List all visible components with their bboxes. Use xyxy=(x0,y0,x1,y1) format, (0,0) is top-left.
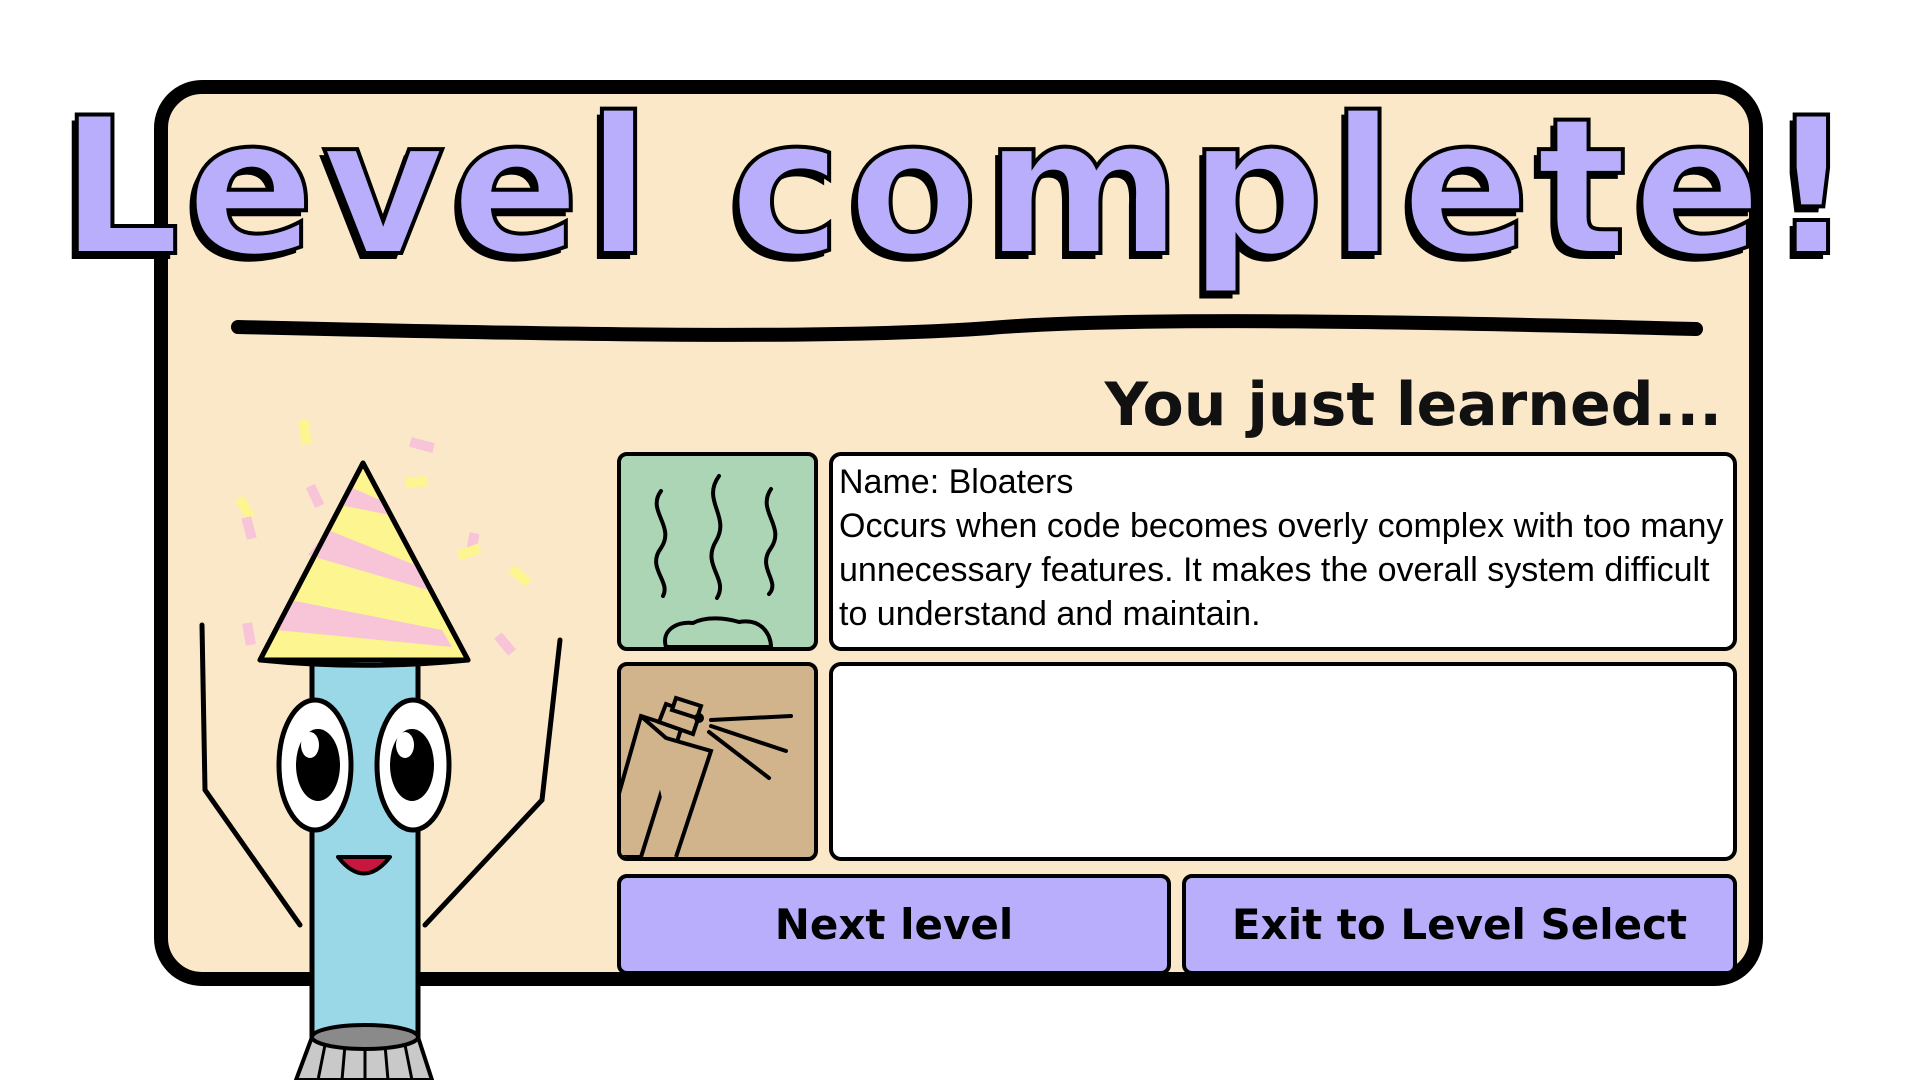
party-mascot xyxy=(199,419,563,1080)
smell-name: Name: Bloaters xyxy=(839,463,1074,501)
level-complete-screen: Level complete! You just learned... Name… xyxy=(0,0,1920,1080)
page-title: Level complete! xyxy=(57,77,1861,298)
smell-icon xyxy=(617,452,818,651)
learned-heading: You just learned... xyxy=(1104,370,1722,440)
smell-description-card: Name: Bloaters Occurs when code becomes … xyxy=(829,452,1737,651)
spray-can-icon xyxy=(617,662,818,861)
smell-description: Occurs when code becomes overly complex … xyxy=(839,507,1724,633)
spray-description-card xyxy=(829,662,1737,861)
next-level-button[interactable]: Next level xyxy=(617,874,1171,975)
party-hat-icon xyxy=(257,460,471,668)
exit-to-level-select-button[interactable]: Exit to Level Select xyxy=(1182,874,1737,975)
title-divider xyxy=(231,314,1703,342)
